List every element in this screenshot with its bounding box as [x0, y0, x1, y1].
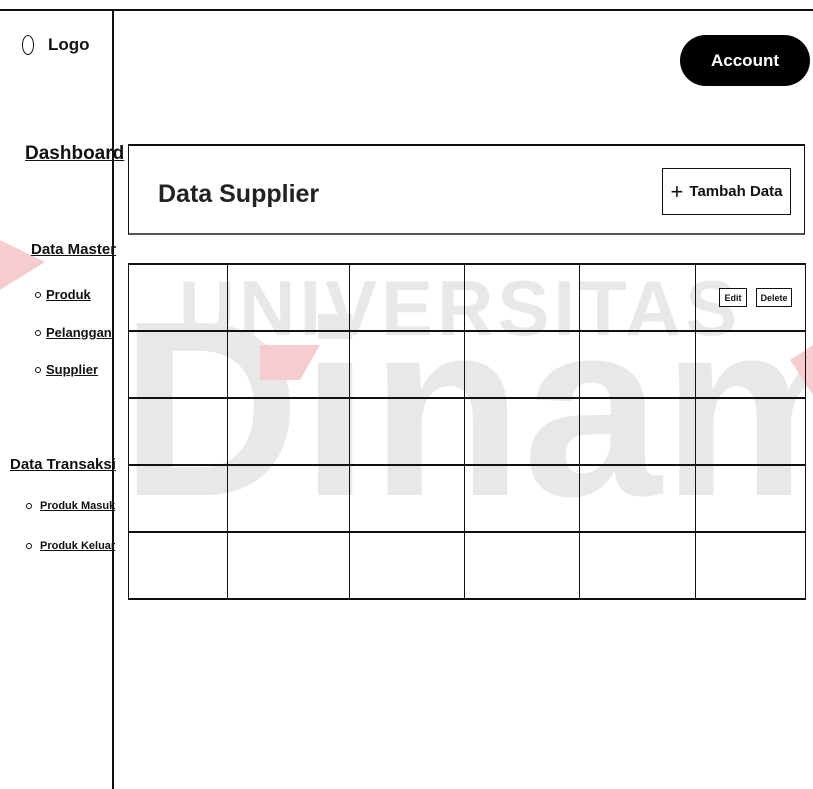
add-data-button[interactable]: + Tambah Data — [662, 168, 791, 215]
table-cell — [128, 464, 228, 533]
account-button[interactable]: Account — [680, 35, 810, 86]
sidebar-item-label: Supplier — [46, 362, 99, 377]
add-data-label: Tambah Data — [689, 183, 783, 200]
table-cell — [464, 330, 580, 399]
sidebar-item-produk-masuk[interactable]: Produk Masuk — [26, 500, 115, 512]
table-cell — [695, 464, 806, 533]
table-cell — [349, 263, 465, 332]
table-cell — [227, 464, 350, 533]
bullet-icon — [26, 543, 32, 549]
table-cell — [128, 397, 228, 466]
sidebar-item-pelanggan[interactable]: Pelanggan — [35, 325, 112, 340]
table-cell — [464, 263, 580, 332]
table-cell — [464, 397, 580, 466]
table-cell — [128, 263, 228, 332]
table-cell — [579, 531, 696, 600]
table-cell — [695, 531, 806, 600]
table-row — [128, 531, 806, 600]
logo-circle-icon — [22, 35, 34, 55]
logo[interactable]: Logo — [22, 35, 90, 55]
sidebar-divider — [112, 9, 114, 789]
page-title: Data Supplier — [158, 180, 320, 208]
table-cell — [349, 464, 465, 533]
bullet-icon — [26, 503, 32, 509]
sidebar-item-label: Pelanggan — [46, 325, 112, 340]
table-cell — [349, 531, 465, 600]
edit-button[interactable]: Edit — [719, 288, 747, 307]
sidebar-item-label: Produk Masuk — [40, 500, 116, 512]
table-row — [128, 464, 806, 533]
page-header: Data Supplier + Tambah Data — [128, 144, 805, 235]
table-cell — [579, 464, 696, 533]
table-cell — [227, 531, 350, 600]
table-cell — [349, 397, 465, 466]
table-cell — [349, 330, 465, 399]
table-cell — [128, 330, 228, 399]
bullet-icon — [35, 366, 41, 373]
sidebar-item-produk-keluar[interactable]: Produk Keluar — [26, 540, 115, 552]
sidebar-section-data-master[interactable]: Data Master — [31, 241, 116, 258]
table-cell — [464, 464, 580, 533]
table-cell — [128, 531, 228, 600]
table-cell — [695, 397, 806, 466]
logo-label: Logo — [48, 35, 90, 54]
table-row — [128, 397, 806, 466]
table-cell — [227, 397, 350, 466]
row-actions: Edit Delete — [696, 288, 805, 307]
sidebar-item-label: Produk Keluar — [40, 540, 116, 552]
sidebar-item-produk[interactable]: Produk — [35, 287, 91, 302]
table-row — [128, 330, 806, 399]
sidebar-item-supplier[interactable]: Supplier — [35, 362, 98, 377]
table-cell — [579, 263, 696, 332]
top-border — [0, 9, 813, 11]
table-cell — [695, 330, 806, 399]
table-cell — [464, 531, 580, 600]
plus-icon: + — [670, 178, 684, 204]
table-cell-actions: Edit Delete — [695, 263, 806, 332]
table-cell — [579, 330, 696, 399]
table-row: Edit Delete — [128, 263, 806, 332]
table-cell — [579, 397, 696, 466]
supplier-table: Edit Delete — [128, 263, 806, 600]
sidebar-item-dashboard[interactable]: Dashboard — [25, 143, 124, 165]
sidebar-section-data-transaksi[interactable]: Data Transaksi — [10, 456, 116, 473]
bullet-icon — [35, 291, 41, 298]
table-cell — [227, 263, 350, 332]
table-cell — [227, 330, 350, 399]
bullet-icon — [35, 329, 41, 336]
delete-button[interactable]: Delete — [756, 288, 792, 307]
sidebar-item-label: Produk — [46, 287, 91, 302]
